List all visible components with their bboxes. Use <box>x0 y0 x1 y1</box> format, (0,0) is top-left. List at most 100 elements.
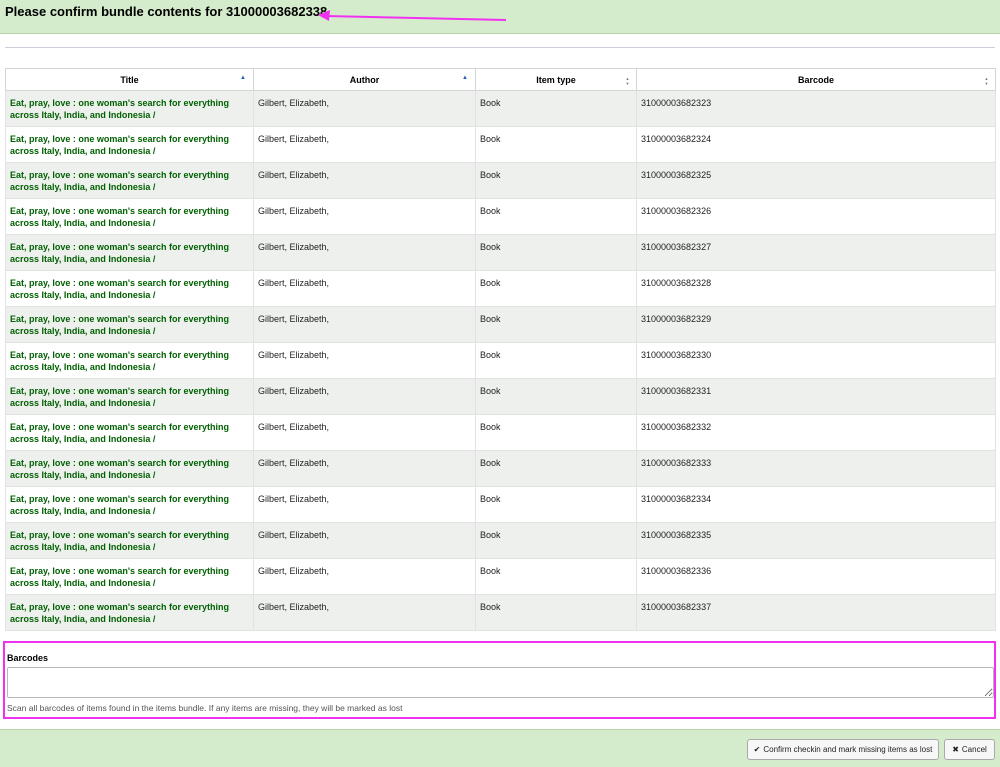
title-line: across Italy, India, and Indonesia / <box>10 146 156 156</box>
barcode-cell: 31000003682333 <box>636 450 996 487</box>
author-cell: Gilbert, Elizabeth, <box>253 162 476 199</box>
author-cell: Gilbert, Elizabeth, <box>253 126 476 163</box>
item-type-cell: Book <box>475 198 637 235</box>
barcodes-label: Barcodes <box>7 653 49 663</box>
annotation-arrow-icon <box>318 10 507 21</box>
title-link[interactable]: Eat, pray, love : one woman's search for… <box>10 601 249 625</box>
title-link[interactable]: Eat, pray, love : one woman's search for… <box>10 493 249 517</box>
title-link[interactable]: Eat, pray, love : one woman's search for… <box>10 169 249 193</box>
title-link[interactable]: Eat, pray, love : one woman's search for… <box>10 529 249 553</box>
barcode-cell: 31000003682336 <box>636 558 996 595</box>
title-line: Eat, pray, love : one woman's search for… <box>10 350 230 360</box>
table-row: Eat, pray, love : one woman's search for… <box>5 306 996 343</box>
author-cell: Gilbert, Elizabeth, <box>253 234 476 271</box>
table-header-row: Title ▲ Author ▲ Item type ▲▼ Barcode ▲▼ <box>5 68 996 91</box>
title-link[interactable]: Eat, pray, love : one woman's search for… <box>10 97 249 121</box>
title-link[interactable]: Eat, pray, love : one woman's search for… <box>10 133 249 157</box>
title-link[interactable]: Eat, pray, love : one woman's search for… <box>10 421 249 445</box>
table-row: Eat, pray, love : one woman's search for… <box>5 450 996 487</box>
item-type-cell: Book <box>475 126 637 163</box>
column-header-label: Author <box>349 74 380 85</box>
barcode-cell: 31000003682332 <box>636 414 996 451</box>
item-type-cell: Book <box>475 414 637 451</box>
column-header-barcode[interactable]: Barcode ▲▼ <box>636 68 996 91</box>
table-row: Eat, pray, love : one woman's search for… <box>5 378 996 415</box>
title-cell: Eat, pray, love : one woman's search for… <box>5 558 254 595</box>
table-row: Eat, pray, love : one woman's search for… <box>5 162 996 199</box>
barcode-cell: 31000003682323 <box>636 90 996 127</box>
author-cell: Gilbert, Elizabeth, <box>253 90 476 127</box>
title-line: across Italy, India, and Indonesia / <box>10 254 156 264</box>
item-type-cell: Book <box>475 90 637 127</box>
column-header-title[interactable]: Title ▲ <box>5 68 254 91</box>
column-header-item-type[interactable]: Item type ▲▼ <box>475 68 637 91</box>
barcode-cell: 31000003682335 <box>636 522 996 559</box>
barcode-cell: 31000003682324 <box>636 126 996 163</box>
author-cell: Gilbert, Elizabeth, <box>253 378 476 415</box>
title-line: Eat, pray, love : one woman's search for… <box>10 458 230 468</box>
item-type-cell: Book <box>475 558 637 595</box>
item-type-cell: Book <box>475 162 637 199</box>
column-header-author[interactable]: Author ▲ <box>253 68 476 91</box>
title-line: Eat, pray, love : one woman's search for… <box>10 314 230 324</box>
item-type-cell: Book <box>475 378 637 415</box>
title-line: across Italy, India, and Indonesia / <box>10 398 156 408</box>
title-line: across Italy, India, and Indonesia / <box>10 362 156 372</box>
title-link[interactable]: Eat, pray, love : one woman's search for… <box>10 349 249 373</box>
title-link[interactable]: Eat, pray, love : one woman's search for… <box>10 457 249 481</box>
barcodes-hint: Scan all barcodes of items found in the … <box>7 703 403 713</box>
title-link[interactable]: Eat, pray, love : one woman's search for… <box>10 565 249 589</box>
item-type-cell: Book <box>475 270 637 307</box>
table-row: Eat, pray, love : one woman's search for… <box>5 126 996 163</box>
confirm-checkin-label: Confirm checkin and mark missing items a… <box>763 745 933 754</box>
table-row: Eat, pray, love : one woman's search for… <box>5 558 996 595</box>
author-cell: Gilbert, Elizabeth, <box>253 522 476 559</box>
barcode-cell: 31000003682331 <box>636 378 996 415</box>
author-cell: Gilbert, Elizabeth, <box>253 270 476 307</box>
column-header-label: Item type <box>536 74 576 85</box>
table-row: Eat, pray, love : one woman's search for… <box>5 342 996 379</box>
barcodes-textarea[interactable] <box>7 667 994 698</box>
table-row: Eat, pray, love : one woman's search for… <box>5 522 996 559</box>
title-line: across Italy, India, and Indonesia / <box>10 614 156 624</box>
table-row: Eat, pray, love : one woman's search for… <box>5 486 996 523</box>
barcode-cell: 31000003682326 <box>636 198 996 235</box>
title-line: Eat, pray, love : one woman's search for… <box>10 242 230 252</box>
title-link[interactable]: Eat, pray, love : one woman's search for… <box>10 277 249 301</box>
title-line: Eat, pray, love : one woman's search for… <box>10 170 230 180</box>
modal-header: Please confirm bundle contents for 31000… <box>0 0 1000 34</box>
confirm-checkin-button[interactable]: ✔ Confirm checkin and mark missing items… <box>747 739 939 760</box>
barcode-cell: 31000003682328 <box>636 270 996 307</box>
title-line: Eat, pray, love : one woman's search for… <box>10 530 230 540</box>
table-row: Eat, pray, love : one woman's search for… <box>5 198 996 235</box>
author-cell: Gilbert, Elizabeth, <box>253 198 476 235</box>
barcodes-section: Barcodes Scan all barcodes of items foun… <box>3 641 996 719</box>
title-line: Eat, pray, love : one woman's search for… <box>10 134 230 144</box>
item-type-cell: Book <box>475 342 637 379</box>
barcode-cell: 31000003682325 <box>636 162 996 199</box>
title-cell: Eat, pray, love : one woman's search for… <box>5 234 254 271</box>
title-link[interactable]: Eat, pray, love : one woman's search for… <box>10 205 249 229</box>
cancel-button[interactable]: ✖ Cancel <box>944 739 995 760</box>
bundle-items-table: Title ▲ Author ▲ Item type ▲▼ Barcode ▲▼ Eat, p… <box>5 68 996 631</box>
table-row: Eat, pray, love : one woman's search for… <box>5 594 996 631</box>
item-type-cell: Book <box>475 594 637 631</box>
title-cell: Eat, pray, love : one woman's search for… <box>5 342 254 379</box>
sort-ascending-icon: ▲ <box>462 75 468 81</box>
title-line: across Italy, India, and Indonesia / <box>10 218 156 228</box>
barcode-cell: 31000003682329 <box>636 306 996 343</box>
title-link[interactable]: Eat, pray, love : one woman's search for… <box>10 385 249 409</box>
title-line: Eat, pray, love : one woman's search for… <box>10 494 230 504</box>
title-cell: Eat, pray, love : one woman's search for… <box>5 378 254 415</box>
title-cell: Eat, pray, love : one woman's search for… <box>5 198 254 235</box>
table-row: Eat, pray, love : one woman's search for… <box>5 414 996 451</box>
divider <box>5 47 995 48</box>
column-header-label: Title <box>120 74 139 85</box>
table-row: Eat, pray, love : one woman's search for… <box>5 90 996 127</box>
author-cell: Gilbert, Elizabeth, <box>253 342 476 379</box>
sort-ascending-icon: ▲ <box>240 75 246 81</box>
title-link[interactable]: Eat, pray, love : one woman's search for… <box>10 313 249 337</box>
title-link[interactable]: Eat, pray, love : one woman's search for… <box>10 241 249 265</box>
author-cell: Gilbert, Elizabeth, <box>253 594 476 631</box>
barcode-cell: 31000003682334 <box>636 486 996 523</box>
